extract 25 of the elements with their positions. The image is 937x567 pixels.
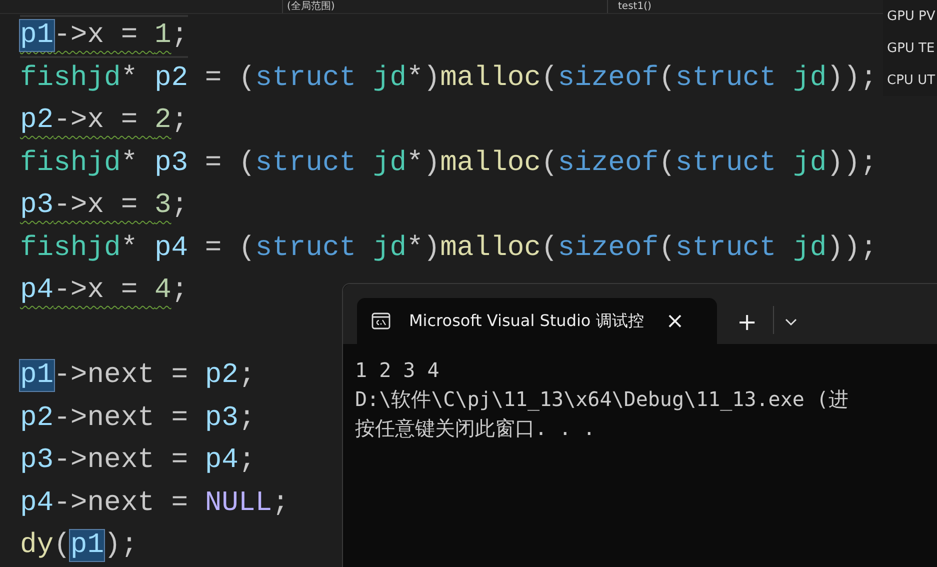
code-line: fishjd* p2 = (struct jd*)malloc(sizeof(struct jd));: [20, 62, 878, 96]
code-line: p2->x = 2;: [20, 104, 188, 138]
code-line: dy(p1);: [20, 529, 138, 563]
code-line: p3->x = 3;: [20, 189, 188, 223]
code-line: p1->next = p2;: [20, 359, 256, 393]
code-line: fishjd* p4 = (struct jd*)malloc(sizeof(struct jd));: [20, 232, 878, 266]
new-tab-button[interactable]: +: [731, 308, 764, 336]
metric-label: GPU TE: [887, 40, 936, 56]
function-dropdown[interactable]: test1(): [618, 0, 652, 13]
code-line: fishjd* p3 = (struct jd*)malloc(sizeof(struct jd));: [20, 146, 878, 180]
scope-dropdown[interactable]: (全局范围): [282, 0, 608, 13]
console-tab[interactable]: Microsoft Visual Studio 调试控 ×: [357, 298, 717, 344]
console-output-line: D:\软件\C\pj\11_13\x64\Debug\11_13.exe (进: [355, 386, 850, 413]
chevron-down-icon[interactable]: [784, 317, 798, 327]
metric-label: CPU UT: [887, 72, 936, 88]
code-line: p2->next = p3;: [20, 402, 256, 436]
console-output-line: 按任意键关闭此窗口. . .: [355, 415, 596, 442]
code-line: p4->next = NULL;: [20, 486, 289, 520]
metric-label: GPU PV: [887, 8, 936, 24]
code-line: p4->x = 4;: [20, 274, 188, 308]
terminal-icon: [371, 311, 391, 331]
close-button[interactable]: ×: [662, 308, 688, 334]
code-line: p3->next = p4;: [20, 444, 256, 478]
code-line: p1->x = 1;: [20, 15, 188, 58]
console-output-line: 1 2 3 4: [355, 357, 440, 384]
